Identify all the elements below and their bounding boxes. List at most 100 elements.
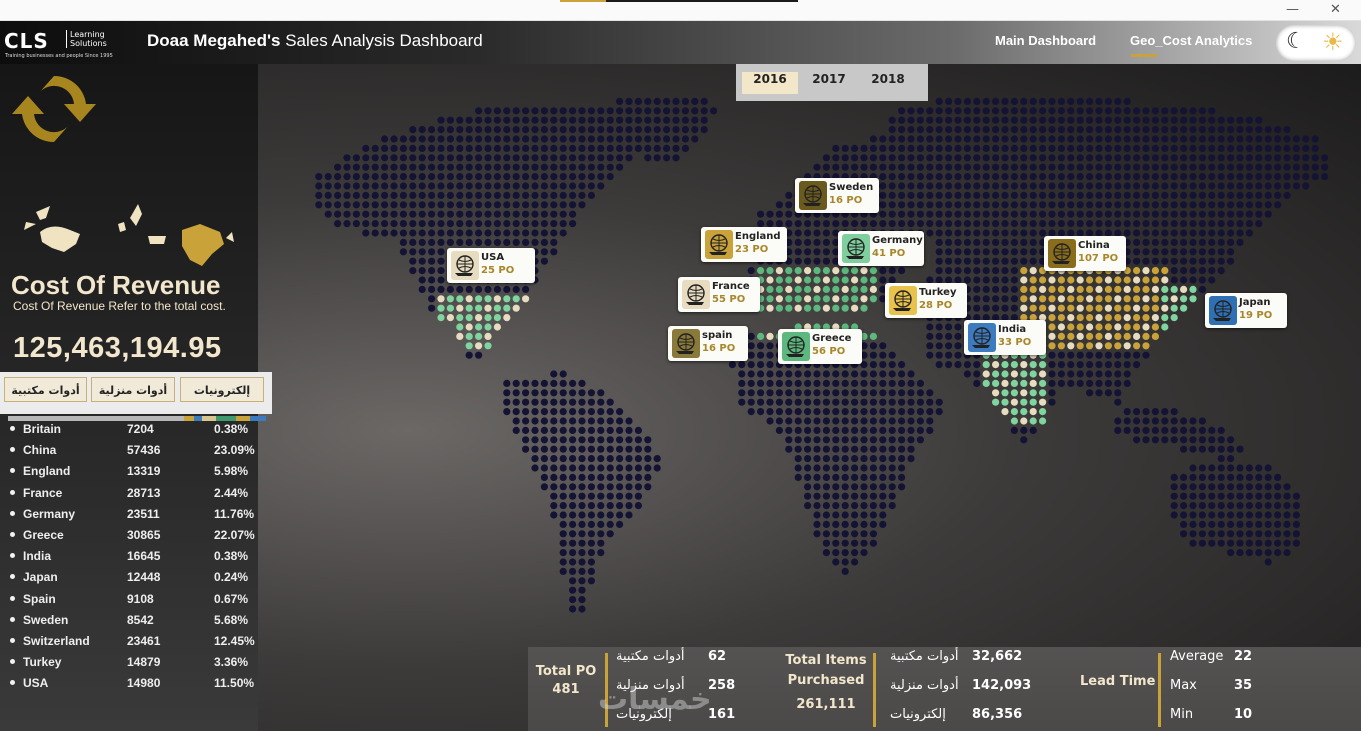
globe-cart-icon <box>682 280 710 309</box>
map-dot <box>1208 144 1216 152</box>
map-dot <box>832 144 840 152</box>
map-dot <box>973 267 981 275</box>
map-dot <box>1198 511 1206 519</box>
map-dot <box>493 238 501 246</box>
map-dot <box>1010 107 1019 115</box>
map-dot <box>954 248 962 256</box>
map-dot <box>1086 97 1094 105</box>
map-dot <box>879 464 887 472</box>
map-dot <box>1020 173 1028 181</box>
map-dot <box>1264 464 1272 472</box>
year-2017-button[interactable]: 2017 <box>801 72 857 94</box>
map-dot <box>634 135 643 143</box>
category-electronics-button[interactable]: إلكترونيات <box>180 377 264 402</box>
map-dot <box>381 210 389 218</box>
map-dot <box>324 210 332 218</box>
map-dot <box>1217 530 1225 538</box>
map-dot <box>1217 201 1225 209</box>
map-dot <box>1198 229 1206 237</box>
map-dot <box>1321 154 1329 162</box>
marker-germany[interactable]: Germany 41 PO <box>838 231 924 266</box>
map-dot <box>841 398 849 406</box>
map-dot <box>869 144 878 152</box>
map-dot <box>559 173 567 181</box>
map-dot <box>794 229 802 237</box>
category-office-button[interactable]: أدوات مكتبية <box>4 377 87 402</box>
map-dot <box>1227 135 1235 143</box>
map-dot <box>1217 445 1225 453</box>
marker-india[interactable]: India 33 PO <box>964 320 1046 355</box>
marker-england[interactable]: England 23 PO <box>701 227 787 262</box>
year-2018-button[interactable]: 2018 <box>860 72 916 94</box>
map-dot <box>465 210 473 218</box>
map-dot <box>804 455 812 463</box>
map-dot <box>963 144 972 152</box>
map-dot <box>1180 445 1188 453</box>
map-dot <box>1142 332 1150 340</box>
map-dot <box>512 295 520 303</box>
map-dot <box>1114 314 1122 322</box>
map-dot <box>484 304 492 312</box>
map-dot <box>1114 201 1122 209</box>
country-value: 30865 <box>127 528 161 542</box>
map-dot <box>1208 492 1216 500</box>
refresh-icon[interactable] <box>8 70 100 148</box>
map-dot <box>587 417 596 425</box>
map-dot <box>1302 154 1310 162</box>
map-dot <box>597 126 605 134</box>
marker-po-count: 28 PO <box>919 300 953 311</box>
minimize-button[interactable]: — <box>1286 2 1299 17</box>
map-dot <box>456 323 464 331</box>
marker-china[interactable]: China 107 PO <box>1044 236 1126 271</box>
marker-turkey[interactable]: Turkey 28 PO <box>885 283 967 318</box>
map-dot <box>644 135 652 143</box>
map-dot <box>1283 530 1291 538</box>
marker-sweden[interactable]: Sweden 16 PO <box>795 178 879 213</box>
map-dot <box>1245 116 1253 124</box>
map-dot <box>1010 361 1019 369</box>
marker-spain[interactable]: spain 16 PO <box>668 326 748 361</box>
map-dot <box>1292 511 1300 519</box>
map-dot <box>587 398 596 406</box>
map-dot <box>1208 539 1216 547</box>
marker-usa[interactable]: USA 25 PO <box>447 248 535 283</box>
map-dot <box>409 182 417 190</box>
marker-france[interactable]: France 55 PO <box>678 277 760 312</box>
map-dot <box>569 389 577 397</box>
marker-greece[interactable]: Greece 56 PO <box>778 329 862 364</box>
theme-toggle[interactable]: ☾ ☀ <box>1276 25 1356 61</box>
map-dot <box>1095 323 1103 331</box>
map-dot <box>963 257 972 265</box>
nav-main-dashboard[interactable]: Main Dashboard <box>995 33 1096 48</box>
map-dot <box>1095 154 1103 162</box>
category-home-button[interactable]: أدوات منزلية <box>91 377 175 402</box>
map-dot <box>775 417 784 425</box>
map-dot <box>1114 220 1122 228</box>
map-dot <box>898 144 906 152</box>
map-dot <box>540 455 549 463</box>
marker-japan[interactable]: Japan 19 PO <box>1205 293 1287 328</box>
map-dot <box>569 473 577 481</box>
nav-geo-cost-analytics[interactable]: Geo_Cost Analytics <box>1130 33 1252 48</box>
map-dot <box>963 182 972 190</box>
map-dot <box>606 144 614 152</box>
map-dot <box>992 379 1000 387</box>
map-dot <box>1170 135 1178 143</box>
map-dot <box>860 455 868 463</box>
map-dot <box>1274 191 1282 199</box>
map-dot <box>747 389 755 397</box>
year-2016-button[interactable]: 2016 <box>742 72 798 94</box>
map-dot <box>1161 107 1169 115</box>
map-dot <box>775 370 784 378</box>
map-dot <box>531 135 539 143</box>
map-dot <box>804 276 812 284</box>
map-dot <box>409 173 417 181</box>
map-dot <box>804 417 812 425</box>
close-button[interactable]: ✕ <box>1330 2 1341 17</box>
map-dot <box>606 398 614 406</box>
map-dot <box>522 182 530 190</box>
map-dot <box>822 539 831 547</box>
globe-cart-icon <box>842 234 870 263</box>
map-dot <box>879 267 887 275</box>
map-dot <box>1217 257 1225 265</box>
